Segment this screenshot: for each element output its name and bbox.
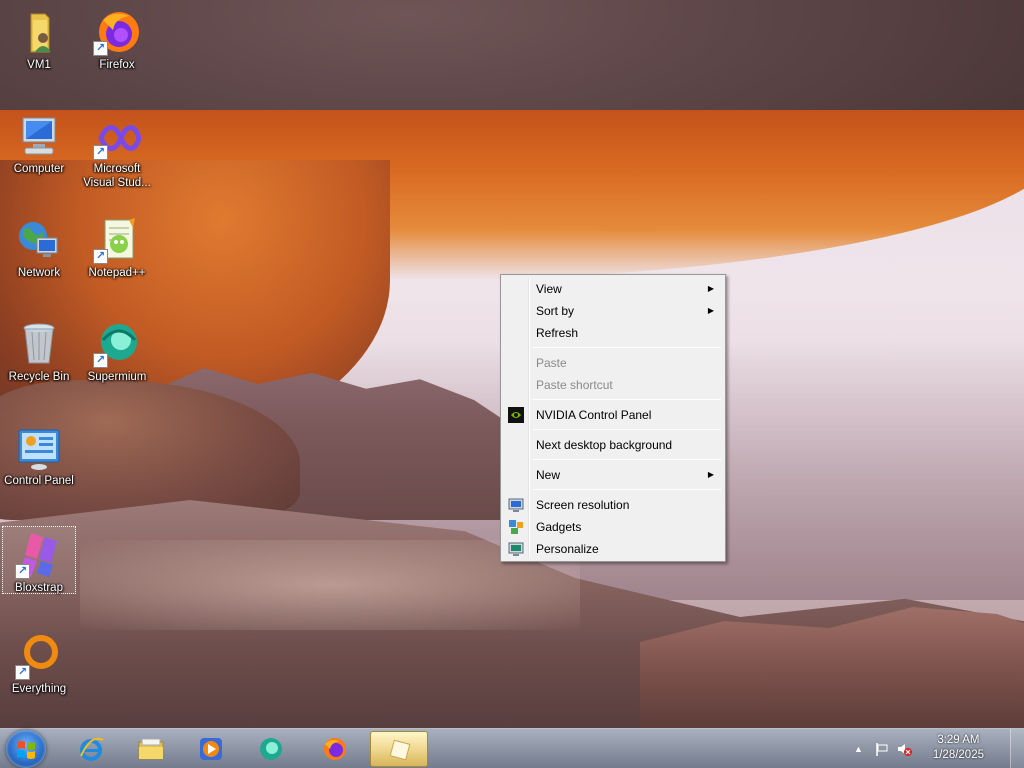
taskbar-active-app[interactable]: [370, 731, 428, 767]
nvidia-icon: [508, 407, 524, 423]
menu-item-personalize[interactable]: Personalize: [503, 538, 723, 560]
desktop-icon-label: Microsoft Visual Stud...: [83, 163, 151, 189]
menu-item-refresh[interactable]: Refresh: [503, 322, 723, 344]
menu-separator: [533, 459, 721, 460]
desktop-icon-label: Network: [17, 267, 61, 279]
desktop-icon-network[interactable]: Network: [2, 212, 76, 308]
desktop-icon-notepad-plus-plus[interactable]: ↗ Notepad++: [80, 212, 154, 308]
supermium-icon: [258, 736, 284, 762]
menu-item-label: Paste: [536, 356, 567, 370]
submenu-arrow-icon: ▶: [707, 470, 714, 479]
menu-item-label: Gadgets: [536, 520, 582, 534]
desktop-icon-recycle-bin[interactable]: Recycle Bin: [2, 316, 76, 412]
shortcut-arrow-icon: ↗: [93, 249, 108, 264]
shortcut-arrow-icon: ↗: [93, 41, 108, 56]
clock-date: 1/28/2025: [932, 749, 984, 761]
desktop-icon-control-panel[interactable]: Control Panel: [2, 420, 76, 516]
menu-item-nvidia-control-panel[interactable]: NVIDIA Control Panel: [503, 404, 723, 426]
firefox-icon: [322, 736, 348, 762]
bloxstrap-icon: ↗: [15, 531, 63, 579]
folder-user-icon: [15, 8, 63, 56]
desktop-wallpaper[interactable]: VM1 Computer Network Recycle Bin Control…: [0, 0, 1024, 728]
desktop-icon-label: Recycle Bin: [8, 371, 70, 383]
menu-item-view[interactable]: View ▶: [503, 278, 723, 300]
taskbar-firefox[interactable]: [306, 731, 364, 767]
taskbar-supermium[interactable]: [242, 731, 300, 767]
menu-item-label: View: [536, 282, 562, 296]
desktop-icon-visual-studio[interactable]: ↗ Microsoft Visual Stud...: [80, 108, 154, 204]
taskbar-media-player[interactable]: [182, 731, 240, 767]
show-desktop-button[interactable]: [1010, 729, 1024, 768]
menu-item-screen-resolution[interactable]: Screen resolution: [503, 494, 723, 516]
menu-item-new[interactable]: New ▶: [503, 464, 723, 486]
desktop-icon-label: Control Panel: [4, 475, 74, 487]
shortcut-arrow-icon: ↗: [93, 145, 108, 160]
menu-item-gadgets[interactable]: Gadgets: [503, 516, 723, 538]
menu-item-paste[interactable]: Paste: [503, 352, 723, 374]
desktop-icon-label: Computer: [13, 163, 65, 175]
desktop-icon-label: Notepad++: [88, 267, 146, 279]
computer-icon: [15, 112, 63, 160]
show-hidden-icons-icon[interactable]: ▲: [854, 741, 870, 757]
desktop-context-menu: View ▶ Sort by ▶ Refresh Paste Paste sho…: [500, 274, 726, 562]
personalize-icon: [508, 541, 524, 557]
menu-item-label: Refresh: [536, 326, 579, 340]
taskbar-clock[interactable]: 3:29 AM 1/28/2025: [933, 733, 984, 763]
desktop-icon-everything[interactable]: ↗ Everything: [2, 628, 76, 724]
supermium-icon: ↗: [93, 320, 141, 368]
desktop-icon-vm1[interactable]: VM1: [2, 4, 76, 100]
menu-item-label: Sort by: [536, 304, 575, 318]
shortcut-arrow-icon: ↗: [15, 665, 30, 680]
desktop-icon-supermium[interactable]: ↗ Supermium: [80, 316, 154, 412]
taskbar-internet-explorer[interactable]: [62, 731, 120, 767]
clock-time: 3:29 AM: [937, 734, 980, 746]
menu-item-label: Paste shortcut: [536, 378, 613, 392]
menu-item-label: Personalize: [536, 542, 599, 556]
desktop-icon-computer[interactable]: Computer: [2, 108, 76, 204]
start-button[interactable]: [6, 730, 46, 768]
menu-separator: [533, 399, 721, 400]
menu-item-label: Screen resolution: [536, 498, 630, 512]
menu-item-next-desktop-background[interactable]: Next desktop background: [503, 434, 723, 456]
action-center-flag-icon[interactable]: [874, 741, 890, 757]
menu-separator: [533, 489, 721, 490]
active-app-icon: [387, 737, 413, 763]
desktop-icon-firefox[interactable]: ↗ Firefox: [80, 4, 154, 100]
windows-logo-icon: [17, 741, 35, 759]
media-player-icon: [198, 736, 224, 762]
desktop-icon-label: Bloxstrap: [15, 582, 63, 594]
submenu-arrow-icon: ▶: [707, 306, 714, 315]
network-icon: [15, 216, 63, 264]
menu-separator: [533, 429, 721, 430]
desktop-icon-label: Supermium: [87, 371, 147, 383]
menu-item-label: New: [536, 468, 561, 482]
desktop-icon-label: Everything: [11, 683, 67, 695]
desktop-icon-bloxstrap[interactable]: ↗ Bloxstrap: [2, 526, 76, 594]
internet-explorer-icon: [78, 736, 104, 762]
firefox-icon: ↗: [93, 8, 141, 56]
recycle-bin-icon: [15, 320, 63, 368]
submenu-arrow-icon: ▶: [707, 284, 714, 293]
notepad-plus-plus-icon: ↗: [93, 216, 141, 264]
everything-search-icon: ↗: [15, 632, 63, 680]
menu-separator: [533, 347, 721, 348]
gadgets-icon: [508, 519, 524, 535]
taskbar: ▲ 3:29 AM 1/28/2025: [0, 728, 1024, 768]
control-panel-icon: [15, 424, 63, 472]
visual-studio-icon: ↗: [93, 112, 142, 160]
desktop-icon-label: VM1: [27, 59, 51, 71]
file-explorer-icon: [138, 736, 164, 762]
menu-item-sort-by[interactable]: Sort by ▶: [503, 300, 723, 322]
menu-item-label: NVIDIA Control Panel: [536, 408, 652, 422]
taskbar-file-explorer[interactable]: [122, 731, 180, 767]
shortcut-arrow-icon: ↗: [93, 353, 108, 368]
volume-muted-icon[interactable]: [896, 741, 912, 757]
shortcut-arrow-icon: ↗: [15, 564, 30, 579]
desktop-icon-label: Firefox: [99, 59, 135, 71]
system-tray: ▲ 3:29 AM 1/28/2025: [854, 729, 1024, 768]
menu-item-paste-shortcut[interactable]: Paste shortcut: [503, 374, 723, 396]
menu-item-label: Next desktop background: [536, 438, 673, 452]
screen-resolution-icon: [508, 497, 524, 513]
